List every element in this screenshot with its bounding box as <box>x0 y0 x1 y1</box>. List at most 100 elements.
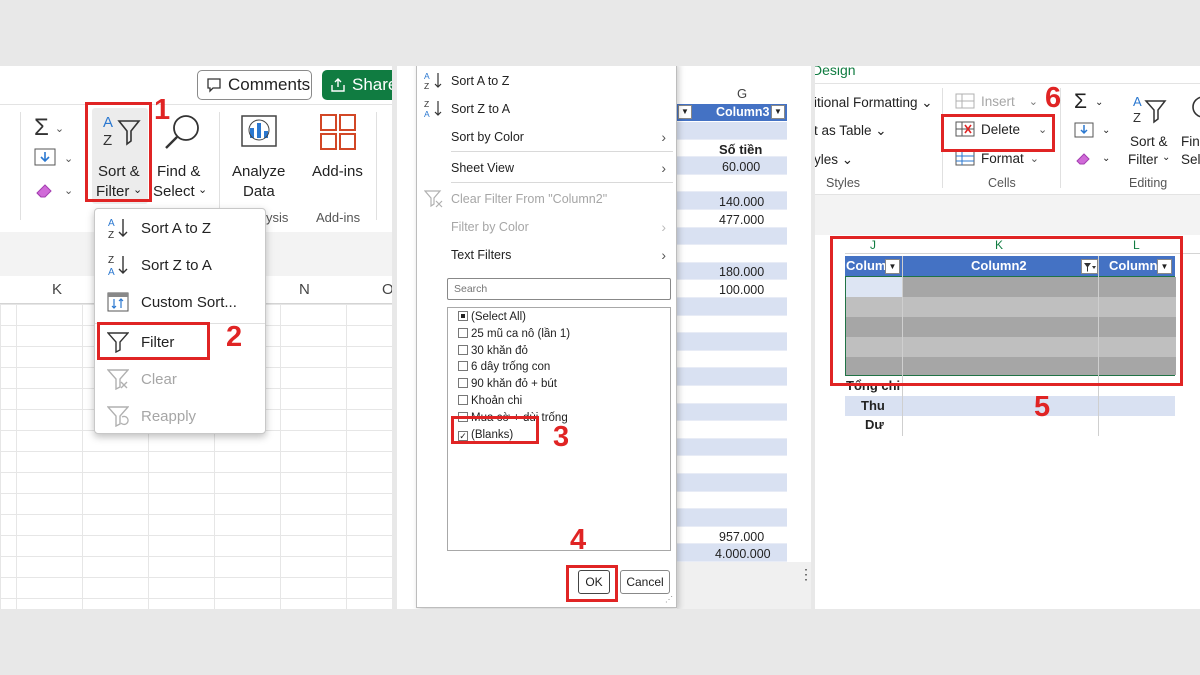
checkbox-icon[interactable] <box>458 344 468 355</box>
filter-value-item[interactable]: 90 khăn đỏ + bút <box>458 378 557 395</box>
checkbox-icon[interactable] <box>458 378 468 389</box>
table-cell[interactable] <box>677 298 787 316</box>
step-1: 1 <box>154 94 171 126</box>
grid-line <box>0 598 392 599</box>
filter-value-item[interactable]: Khoản chi <box>458 395 522 412</box>
filter-text-filters[interactable]: Text Filters › <box>417 241 676 269</box>
column-header-k[interactable]: K <box>52 281 62 298</box>
excel-panel-sort-filter: Comments Share Σ ⌄ ⌄ ⌄ A Z <box>0 66 392 609</box>
comments-button[interactable]: Comments <box>197 70 312 100</box>
column-header-n[interactable]: N <box>299 281 310 298</box>
filter-value-item[interactable]: Mua cờ + dùi trống <box>458 411 568 429</box>
filter-value-item[interactable]: (Select All) <box>458 311 526 328</box>
table-cell[interactable] <box>677 315 787 334</box>
column3-filter-button[interactable]: ▼ <box>771 105 785 119</box>
table-cell[interactable] <box>677 421 787 439</box>
filter-applied-k[interactable] <box>1081 259 1098 274</box>
sort-filter-line2: Filter <box>96 183 130 200</box>
cell-styles-label: yles <box>815 152 839 167</box>
table-cell[interactable] <box>677 333 787 351</box>
filter-value-label: 90 khăn đỏ + bút <box>471 378 558 391</box>
autosum-button[interactable]: Σ ⌄ <box>34 114 64 142</box>
checkbox-icon[interactable]: ✓ <box>458 430 468 441</box>
filter-value-item[interactable]: 6 dây trống con <box>458 361 550 378</box>
checkbox-icon[interactable] <box>458 411 468 422</box>
table-cell[interactable] <box>677 491 787 510</box>
table-cell[interactable] <box>677 386 787 404</box>
sort-filter-button[interactable]: A Z Sort & Filter ⌄ <box>92 108 148 204</box>
conditional-formatting-label: itional Formatting <box>815 95 918 110</box>
table-cell[interactable] <box>677 368 787 386</box>
cancel-button[interactable]: Cancel <box>620 570 670 594</box>
insert-button: Insert ⌄ <box>955 93 1038 109</box>
design-tab[interactable]: Design <box>815 66 856 78</box>
table-cell[interactable] <box>677 438 787 457</box>
menu-sort-a-to-z[interactable]: AZ Sort A to Z <box>95 213 265 243</box>
fill-button[interactable]: ⌄ <box>34 148 73 168</box>
column-letter-g[interactable]: G <box>737 86 747 101</box>
column-letter-k[interactable]: K <box>995 238 1003 252</box>
cell-styles-button[interactable]: yles ⌄ <box>815 152 853 168</box>
filter-value-item[interactable]: 30 khăn đỏ <box>458 344 528 362</box>
sort-filter-line1: Sort & <box>98 163 140 180</box>
sigma-icon: Σ <box>1074 90 1087 113</box>
add-ins-button[interactable]: Add-ins <box>306 108 370 204</box>
column-left-filter-button[interactable]: ▼ <box>678 105 692 119</box>
share-button[interactable]: Share <box>322 70 392 100</box>
filter-sort-a-to-z[interactable]: AZ Sort A to Z <box>417 67 676 95</box>
table-cell[interactable] <box>677 474 787 492</box>
find-select-button[interactable]: Fin Sele <box>1179 92 1200 172</box>
more-options-icon[interactable]: ⋮ <box>799 566 811 583</box>
table-cell[interactable] <box>677 456 787 474</box>
format-as-table-button[interactable]: t as Table ⌄ <box>815 123 887 139</box>
filter-sort-z-to-a[interactable]: ZA Sort Z to A <box>417 95 676 123</box>
format-button[interactable]: Format ⌄ <box>955 150 1039 166</box>
checkbox-icon[interactable] <box>458 361 468 372</box>
sort-filter-button[interactable]: AZ Sort & Filter ⌄ <box>1125 92 1175 172</box>
delete-button[interactable]: Delete ⌄ <box>955 121 1047 137</box>
checkbox-icon[interactable] <box>458 327 468 338</box>
fill-button[interactable]: ⌄ <box>1074 122 1110 139</box>
chevron-down-icon: ⌄ <box>64 152 74 165</box>
clear-button[interactable]: ⌄ <box>1074 150 1110 167</box>
analyze-data-button[interactable]: Analyze Data <box>228 108 290 204</box>
table-cell[interactable] <box>677 122 787 140</box>
checkbox-icon[interactable] <box>458 311 468 321</box>
filter-search-input[interactable] <box>447 278 671 300</box>
table-cell[interactable] <box>677 245 787 263</box>
column-letter-j[interactable]: J <box>870 238 876 252</box>
clear-filter-icon <box>417 190 451 208</box>
status-bar <box>677 562 811 609</box>
resize-grip-icon[interactable]: ⋰ <box>665 595 673 604</box>
filter-value-item[interactable]: 25 mũ ca nô (lần 1) <box>458 327 570 345</box>
column-header-o[interactable]: O <box>382 281 392 298</box>
checkbox-icon[interactable] <box>458 395 468 405</box>
table-cell[interactable] <box>677 227 787 246</box>
conditional-formatting-button[interactable]: itional Formatting ⌄ <box>815 95 933 111</box>
filter-dropdown-l[interactable]: ▼ <box>1157 259 1172 274</box>
filter-dropdown-j[interactable]: ▼ <box>885 259 900 274</box>
column-letter-l[interactable]: L <box>1133 238 1140 252</box>
excel-panel-delete-rows: Design itional Formatting ⌄ t as Table ⌄… <box>815 66 1200 609</box>
table-cell[interactable] <box>677 403 787 422</box>
menu-custom-sort[interactable]: Custom Sort... <box>95 287 265 317</box>
table-cell[interactable] <box>677 509 787 527</box>
filter-sort-by-color[interactable]: Sort by Color › <box>417 123 676 151</box>
clear-button[interactable]: ⌄ <box>34 180 73 200</box>
table-cell[interactable] <box>677 174 787 193</box>
menu-sort-z-to-a[interactable]: ZA Sort Z to A <box>95 250 265 280</box>
editing-group-label: Editing <box>1129 176 1168 190</box>
filter-sheet-view[interactable]: Sheet View › <box>417 154 676 182</box>
autosum-button[interactable]: Σ ⌄ <box>1074 90 1103 114</box>
selected-blank-rows[interactable] <box>845 276 1176 376</box>
ok-button[interactable]: OK <box>578 570 610 594</box>
summary-tong-chi: Tổng chi <box>846 378 901 393</box>
chevron-down-icon: ⌄ <box>1102 153 1111 164</box>
chevron-right-icon: › <box>661 129 666 145</box>
filter-value-item[interactable]: ✓ (Blanks) <box>458 429 513 446</box>
column-g-cells[interactable] <box>677 122 787 562</box>
menu-clear: Clear <box>95 364 265 394</box>
value-4000000: 4.000.000 <box>715 547 771 561</box>
format-cells-icon <box>955 150 975 166</box>
table-cell[interactable] <box>677 350 787 369</box>
